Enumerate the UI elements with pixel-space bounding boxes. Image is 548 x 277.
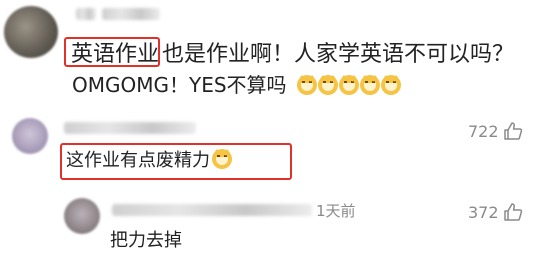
cat-emoji-icon (317, 75, 338, 95)
cat-emoji-icon (359, 75, 380, 95)
username-blurred[interactable] (102, 8, 160, 20)
avatar[interactable] (4, 6, 58, 58)
highlight-box (60, 143, 292, 180)
cat-emoji-icon (338, 75, 359, 95)
highlight-box (64, 37, 160, 67)
username-blurred[interactable] (112, 204, 312, 216)
like-count: 722 (468, 122, 499, 141)
comment-text-line2: OMGOMG！YES不算吗 (72, 70, 402, 100)
reply-text: 把力去掉 (110, 230, 182, 251)
username-blurred[interactable] (76, 8, 96, 20)
comment-text-rest: 也是作业啊！人家学英语不可以吗？ (162, 42, 515, 67)
like-count: 372 (468, 203, 499, 222)
cat-emoji-icon (380, 75, 401, 95)
avatar[interactable] (12, 118, 48, 154)
comment-text-line2-label: OMGOMG！YES不算吗 (72, 73, 287, 97)
cat-emoji-icon (296, 75, 317, 95)
timestamp: 1天前 (316, 202, 356, 220)
thumbs-up-icon[interactable] (503, 202, 523, 222)
username-blurred[interactable] (64, 122, 196, 134)
cat-emoji-row (291, 73, 402, 97)
avatar[interactable] (64, 198, 100, 234)
thumbs-up-icon[interactable] (503, 121, 523, 141)
